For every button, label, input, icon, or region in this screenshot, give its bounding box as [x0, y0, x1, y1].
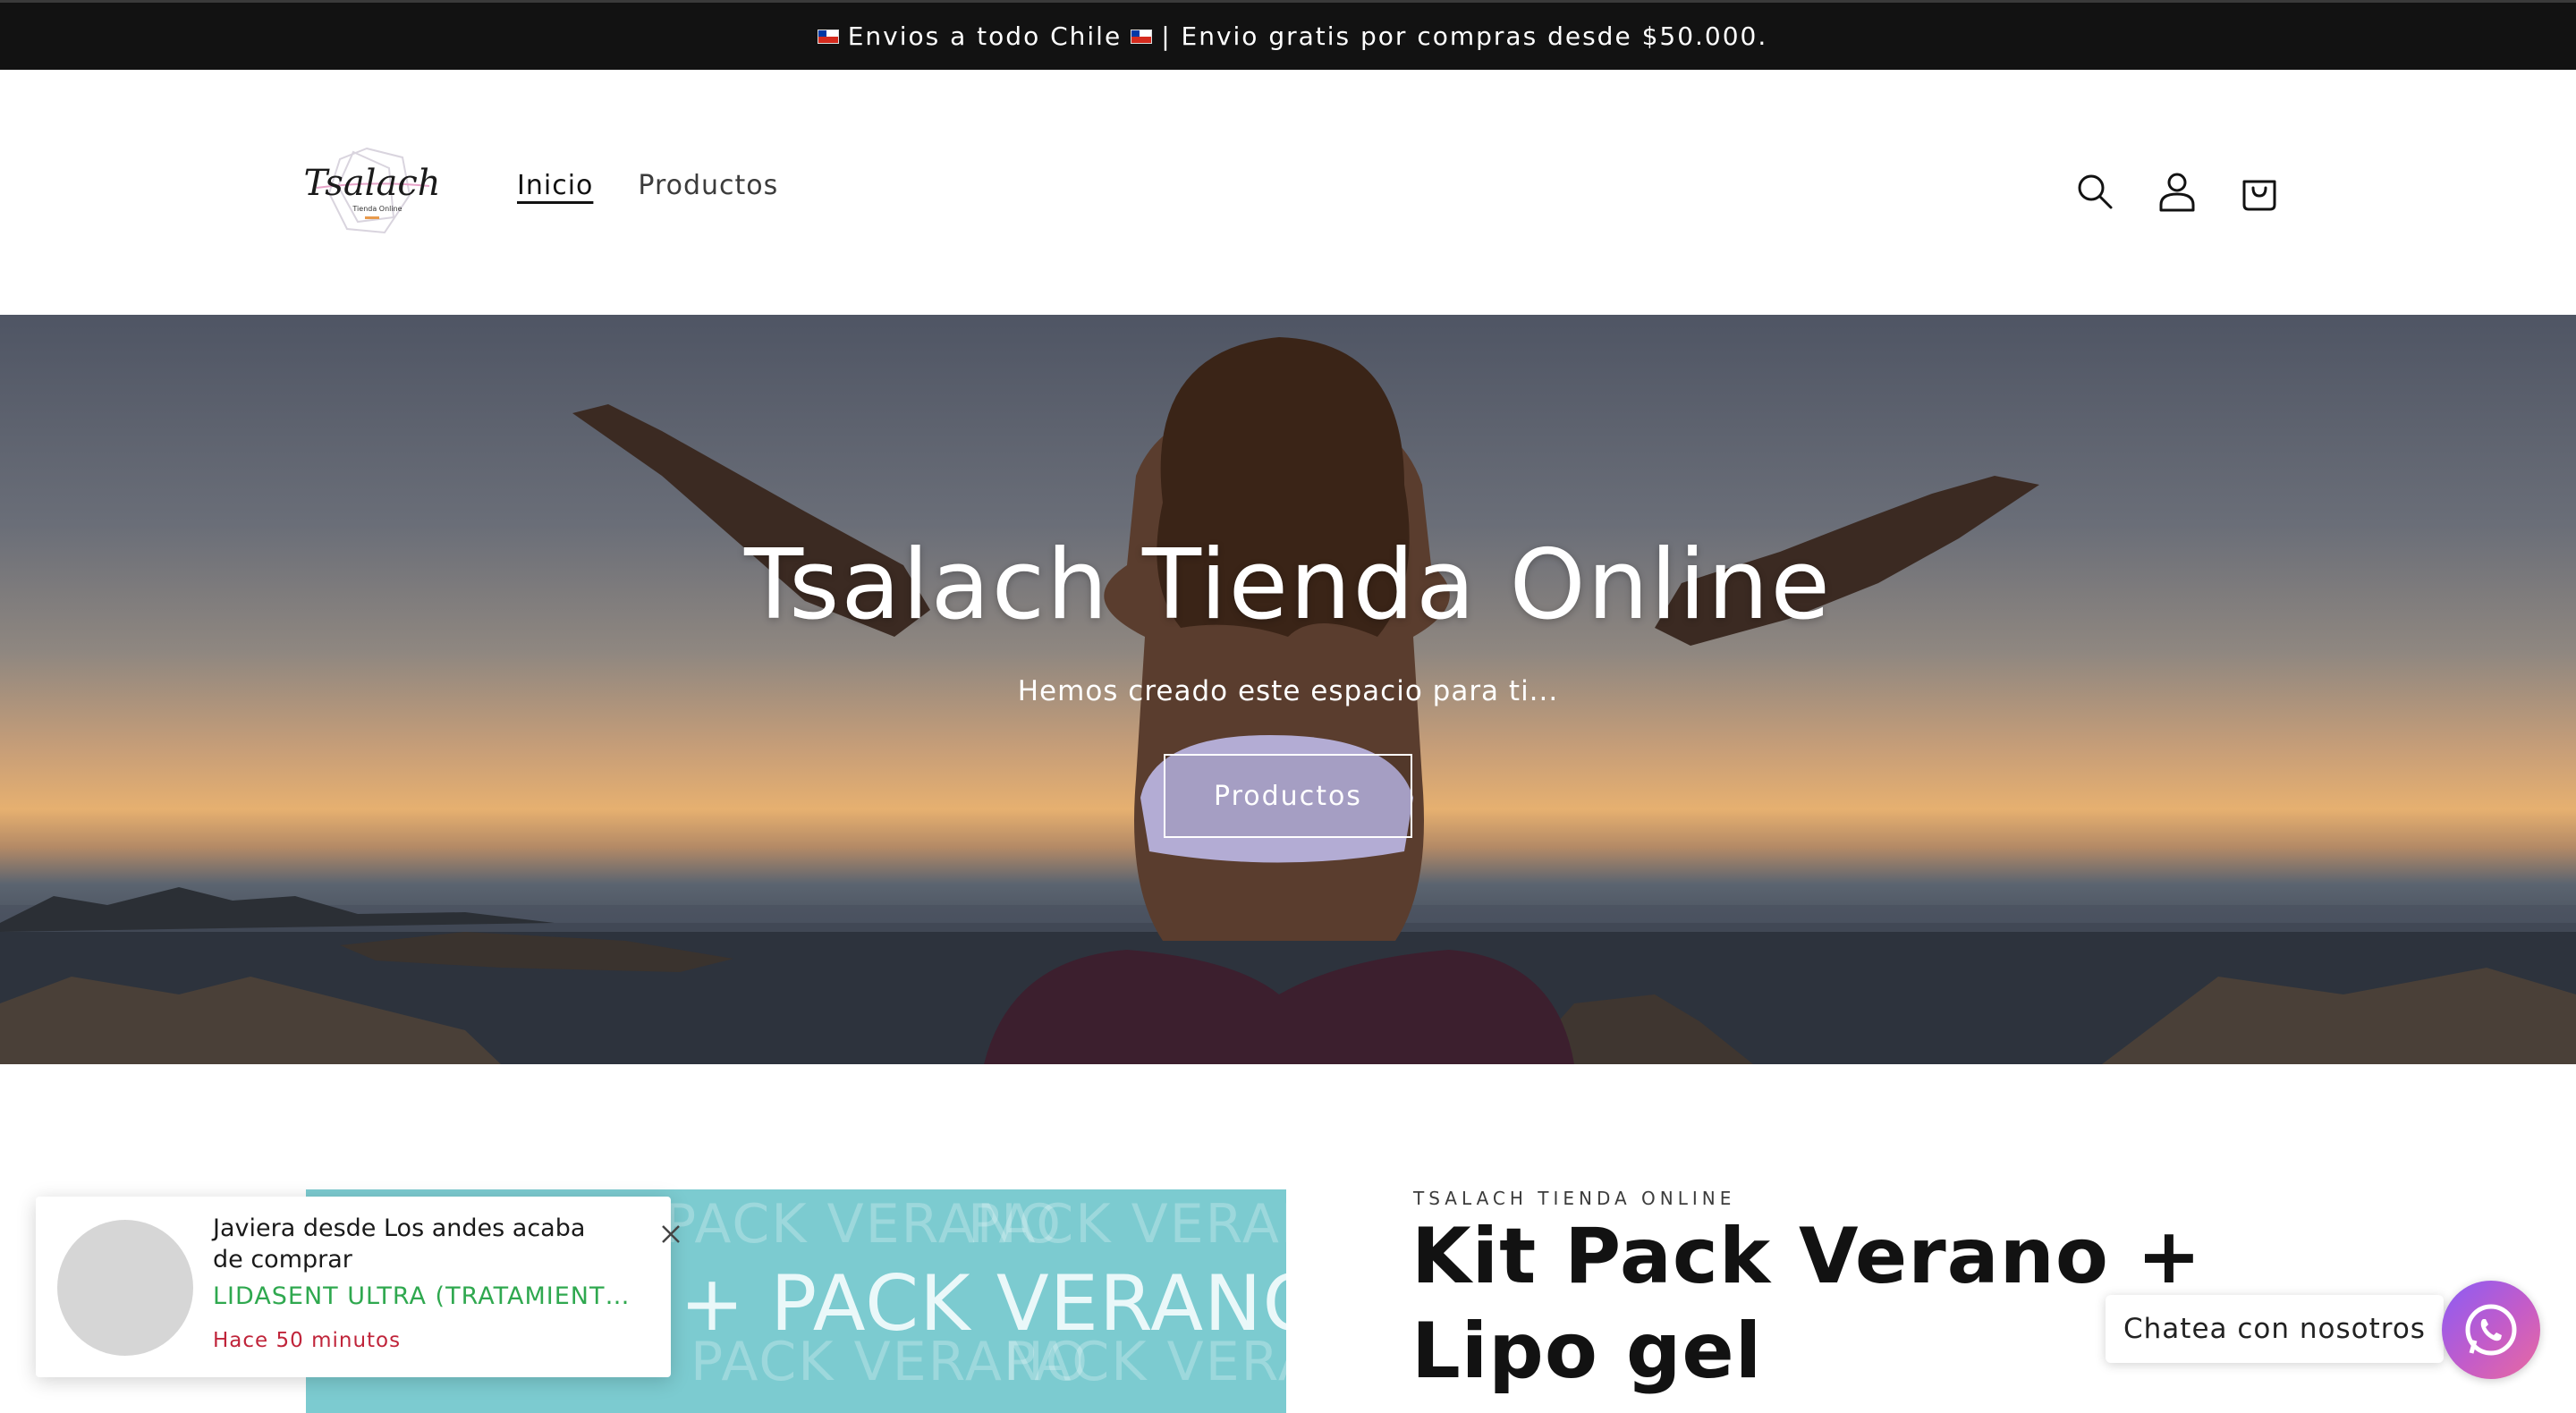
- nav-item-inicio[interactable]: Inicio: [517, 170, 593, 201]
- product-image-text: + PACK VERANO: [680, 1259, 1286, 1349]
- site-header: Tsalach Tienda Online Inicio Productos: [0, 70, 2576, 315]
- hero-subtitle: Hemos creado este espacio para ti...: [1017, 675, 1559, 707]
- announcement-bar: Envios a todo Chile | Envio gratis por c…: [0, 0, 2576, 70]
- hero-banner: Tsalach Tienda Online Hemos creado este …: [0, 315, 2576, 1064]
- account-icon[interactable]: [2156, 170, 2199, 213]
- cart-icon[interactable]: [2238, 170, 2281, 213]
- sales-popup[interactable]: Javiera desde Los andes acaba de comprar…: [36, 1197, 680, 1377]
- hero-content: Tsalach Tienda Online Hemos creado este …: [0, 529, 2576, 838]
- popup-time: Hace 50 minutos: [213, 1329, 402, 1352]
- announcement-text-after: | Envio gratis por compras desde $50.000…: [1161, 21, 1768, 51]
- chile-flag-icon: [817, 29, 839, 44]
- product-title[interactable]: Kit Pack Verano + Lipo gel: [1411, 1209, 2216, 1399]
- hero-title: Tsalach Tienda Online: [744, 529, 1832, 641]
- logo-wordmark: Tsalach: [304, 163, 438, 204]
- chile-flag-icon: [1131, 29, 1153, 44]
- main-nav: Inicio Productos: [517, 170, 778, 201]
- logo-subtext: Tienda Online: [352, 205, 402, 213]
- product-vendor: TSALACH TIENDA ONLINE: [1413, 1188, 1736, 1209]
- logo[interactable]: Tsalach Tienda Online: [304, 132, 440, 253]
- hero-products-button[interactable]: Productos: [1164, 754, 1412, 838]
- popup-message: Javiera desde Los andes acaba de comprar: [213, 1214, 586, 1273]
- popup-product-name[interactable]: LIDASENT ULTRA (TRATAMIENTO...: [213, 1282, 633, 1310]
- announcement-text-before: Envios a todo Chile: [847, 21, 1123, 51]
- popup-product-thumbnail: [57, 1220, 193, 1356]
- whatsapp-icon: [2465, 1304, 2517, 1356]
- whatsapp-chat-button[interactable]: [2442, 1281, 2540, 1379]
- header-icons: [2073, 170, 2281, 213]
- search-icon[interactable]: [2073, 170, 2116, 213]
- nav-item-productos[interactable]: Productos: [638, 170, 778, 201]
- ghost-text: PACK VERANO: [968, 1193, 1286, 1256]
- chat-label[interactable]: Chatea con nosotros: [2106, 1295, 2444, 1363]
- close-icon[interactable]: [653, 1216, 689, 1252]
